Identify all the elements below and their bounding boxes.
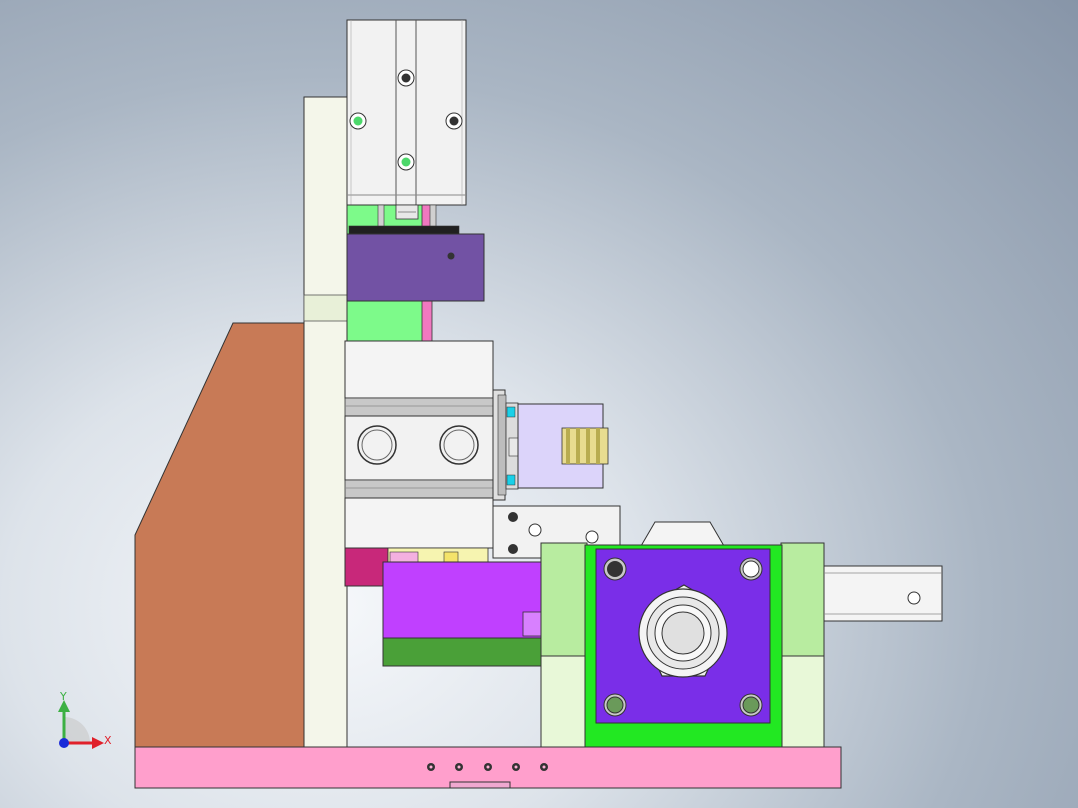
knurled-nut (561, 427, 609, 465)
z-axis-dot (59, 738, 69, 748)
y-axis-label: Y (59, 690, 67, 703)
base-plate (134, 746, 842, 789)
x-axis-label: X (104, 734, 112, 747)
linear-rail (823, 565, 943, 622)
right-side-block (780, 542, 825, 657)
bearing-housing (540, 521, 825, 748)
lower-actuator-stack (344, 547, 544, 667)
upright-column (303, 96, 348, 748)
left-side-block (540, 542, 588, 657)
triad-rotation-arc (64, 717, 90, 743)
top-cylinder (346, 19, 467, 206)
rod-end-assembly (492, 389, 609, 501)
x-axis-arrow (92, 737, 104, 749)
top-bracket (640, 521, 725, 547)
slide-cylinder (344, 340, 494, 549)
coordinate-triad: Y X (58, 690, 112, 749)
side-bracket (134, 322, 306, 748)
base-plate-notch (449, 781, 511, 789)
cad-viewport[interactable]: Y X (0, 0, 1078, 808)
purple-head-block (346, 233, 485, 302)
